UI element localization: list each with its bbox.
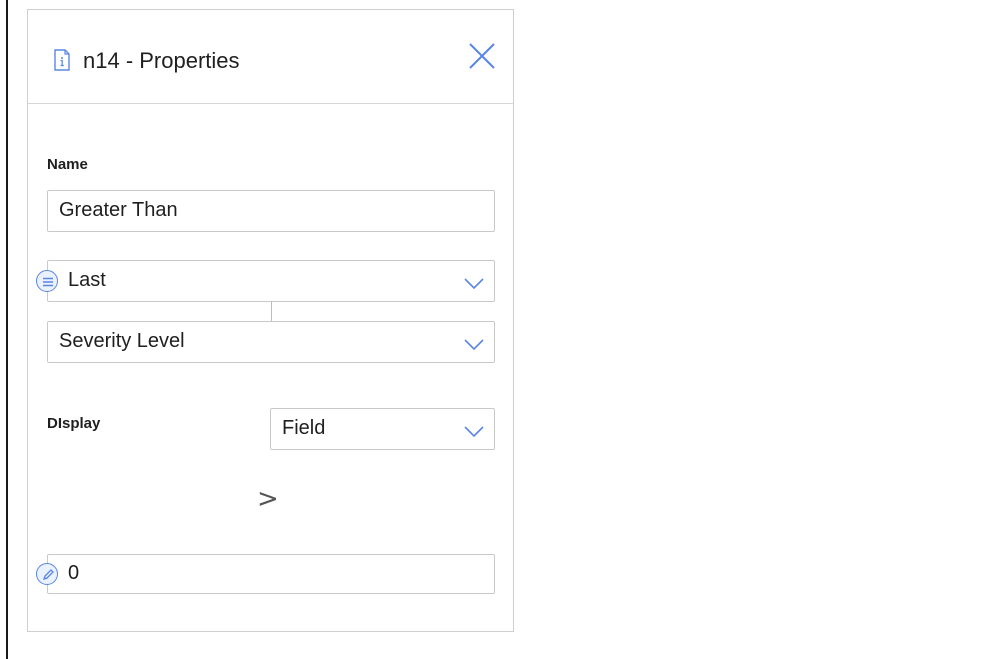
info-document-icon	[53, 49, 71, 71]
field-dropdown-value: Severity Level	[59, 330, 185, 352]
close-button[interactable]	[466, 40, 498, 72]
properties-panel: n14 - Properties Name Greater Than Last …	[27, 9, 514, 632]
connector-line	[271, 301, 272, 321]
field-dropdown[interactable]: Severity Level	[47, 321, 495, 363]
aggregate-dropdown-value: Last	[68, 269, 106, 291]
value-input-value: 0	[68, 562, 80, 584]
display-dropdown[interactable]: Field	[270, 408, 495, 450]
list-icon[interactable]	[36, 270, 58, 292]
edit-pencil-icon[interactable]	[36, 563, 58, 585]
panel-header: n14 - Properties	[28, 10, 513, 104]
panel-title: n14 - Properties	[83, 48, 240, 73]
display-dropdown-value: Field	[282, 417, 326, 439]
name-input-value: Greater Than	[59, 199, 178, 221]
left-divider	[6, 0, 8, 659]
aggregate-dropdown[interactable]: Last	[47, 260, 495, 302]
name-label: Name	[47, 156, 88, 173]
chevron-down-icon	[464, 421, 484, 438]
value-input[interactable]: 0	[47, 554, 495, 594]
chevron-down-icon	[464, 334, 484, 351]
name-input[interactable]: Greater Than	[47, 190, 495, 232]
operator-symbol: >	[257, 484, 279, 514]
close-icon[interactable]	[466, 40, 498, 72]
chevron-down-icon	[464, 273, 484, 290]
display-label: DIsplay	[47, 415, 101, 432]
